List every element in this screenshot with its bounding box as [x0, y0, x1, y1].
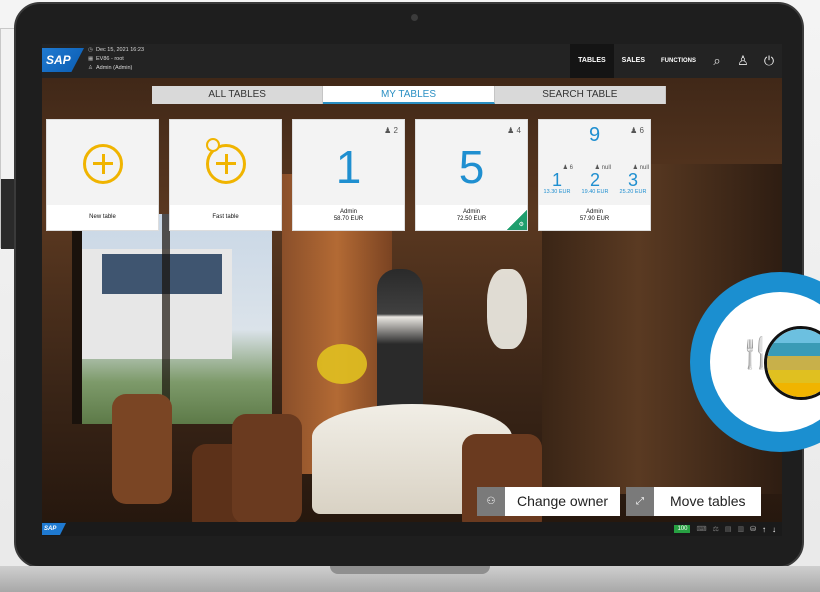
scale-icon[interactable]: ⚖: [713, 525, 719, 533]
sap-logo-small: SAP: [42, 523, 66, 535]
session-store: EV86 - root: [96, 56, 124, 62]
power-icon[interactable]: ⏻: [756, 44, 782, 78]
move-icon: ⤢: [626, 487, 654, 516]
status-indicator: 100: [674, 525, 691, 533]
person-icon: ♟: [507, 126, 515, 135]
move-tables-button[interactable]: ⤢ Move tables: [626, 487, 762, 516]
main-nav: TABLES SALES FUNCTIONS ⌕ ♙ ⏻: [570, 44, 782, 78]
tab-search-table[interactable]: SEARCH TABLE: [495, 86, 666, 104]
nav-sales[interactable]: SALES: [614, 44, 653, 78]
fast-table-tile[interactable]: Fast table: [169, 119, 282, 231]
search-icon[interactable]: ⌕: [704, 44, 730, 78]
fork-icon: 🍴: [737, 337, 775, 370]
person-icon: ♟: [384, 126, 392, 135]
photo-waiter: [377, 269, 423, 419]
change-owner-label: Change owner: [517, 493, 609, 509]
tile-caption: Admin 58.70 EUR: [293, 205, 404, 230]
photo-window-frame: [162, 214, 170, 424]
table-amount: 58.70 EUR: [333, 216, 364, 222]
person-icon: ♟: [562, 165, 568, 171]
sub-table-amount: 25.20 EUR: [619, 189, 647, 195]
arrow-up-icon[interactable]: ↑: [762, 525, 766, 534]
table-number: 1: [335, 141, 362, 193]
tile-caption: Fast table: [170, 205, 281, 230]
move-tables-label: Move tables: [670, 493, 746, 509]
table-tabs: ALL TABLES MY TABLES SEARCH TABLE: [152, 86, 666, 104]
sub-table-number: 1: [551, 170, 562, 190]
camera: [411, 14, 418, 21]
session-datetime: Dec 15, 2021 16:23: [96, 47, 145, 53]
table-tile-1[interactable]: ♟ 2 1 Admin 58.70 EUR: [292, 119, 405, 231]
sub-table-number: 2: [589, 170, 600, 190]
database-icon[interactable]: ⛁: [750, 525, 756, 533]
status-corner: ⚙: [507, 210, 527, 230]
table-number: 5: [458, 141, 485, 193]
photo-chair: [112, 394, 172, 504]
tile-caption: New table: [47, 205, 158, 230]
user-icon[interactable]: ♙: [730, 44, 756, 78]
seat-count: ♟ 2: [384, 126, 398, 135]
seat-count: ♟ 4: [507, 126, 521, 135]
photo-flowers: [317, 344, 367, 384]
restaurant-background-photo: [42, 44, 782, 536]
sub-table-2: ♟ null 2 19.40 EUR: [577, 164, 613, 195]
store-icon: ▦: [88, 56, 94, 62]
keyboard-icon[interactable]: ⌨: [696, 525, 706, 533]
clock-icon: [206, 138, 220, 152]
new-table-tile[interactable]: New table: [46, 119, 159, 231]
arrow-down-icon[interactable]: ↓: [772, 525, 776, 534]
photo-chair: [232, 414, 302, 524]
sub-table-3: ♟ null 3 25.20 EUR: [615, 164, 651, 195]
tab-my-tables[interactable]: MY TABLES: [323, 86, 495, 104]
tile-caption: Admin 57.90 EUR: [539, 205, 650, 230]
tab-all-tables[interactable]: ALL TABLES: [152, 86, 324, 104]
table-amount: 57.90 EUR: [579, 216, 610, 222]
clock-icon: ◷: [88, 47, 93, 53]
status-bar: SAP 100 ⌨ ⚖ ▤ ▥ ⛁ ↑ ↓: [42, 522, 782, 536]
drawer-icon[interactable]: ▥: [738, 525, 745, 533]
sap-logo: SAP: [42, 48, 84, 72]
table-owner: Admin: [339, 209, 357, 215]
photo-chair: [462, 434, 542, 534]
laptop-notch: [330, 566, 490, 574]
sub-table-amount: 13.30 EUR: [543, 189, 571, 195]
table-number: 9: [588, 124, 601, 146]
session-user: Admin (Admin): [96, 65, 133, 71]
nav-tables[interactable]: TABLES: [570, 44, 614, 78]
change-owner-icon: ⚇: [477, 487, 505, 516]
change-owner-button[interactable]: ⚇ Change owner: [477, 487, 621, 516]
add-icon: [83, 144, 123, 184]
nav-functions[interactable]: FUNCTIONS: [653, 44, 704, 78]
table-owner: Admin: [585, 209, 603, 215]
receipt-icon[interactable]: ▤: [725, 525, 732, 533]
session-info: ◷ Dec 15, 2021 16:23 ▦ EV86 - root ♙ Admin …: [88, 46, 144, 73]
photo-orchid: [487, 269, 527, 349]
sub-table-number: 3: [627, 170, 638, 190]
status-bar-controls: 100 ⌨ ⚖ ▤ ▥ ⛁ ↑ ↓: [674, 522, 776, 536]
table-tile-9[interactable]: ♟ 6 9 ♟ 6 1 13.30 EUR ♟ null 2 19.40 EUR…: [538, 119, 651, 231]
sub-table-1: ♟ 6 1 13.30 EUR: [539, 164, 575, 195]
photo-window-frame: [72, 214, 82, 424]
table-tile-5[interactable]: ♟ 4 5 Admin 72.50 EUR ⚙: [415, 119, 528, 231]
laptop-base: [0, 566, 820, 592]
dining-badge-inner: 🍴: [710, 292, 820, 432]
sub-table-amount: 19.40 EUR: [581, 189, 609, 195]
stage: SAP ◷ Dec 15, 2021 16:23 ▦ EV86 - root ♙ Ad…: [0, 0, 820, 592]
app-screen: SAP ◷ Dec 15, 2021 16:23 ▦ EV86 - root ♙ Ad…: [42, 44, 782, 536]
user-small-icon: ♙: [88, 65, 93, 71]
gear-icon: ⚙: [518, 222, 524, 228]
top-bar: SAP ◷ Dec 15, 2021 16:23 ▦ EV86 - root ♙ Ad…: [42, 44, 782, 78]
